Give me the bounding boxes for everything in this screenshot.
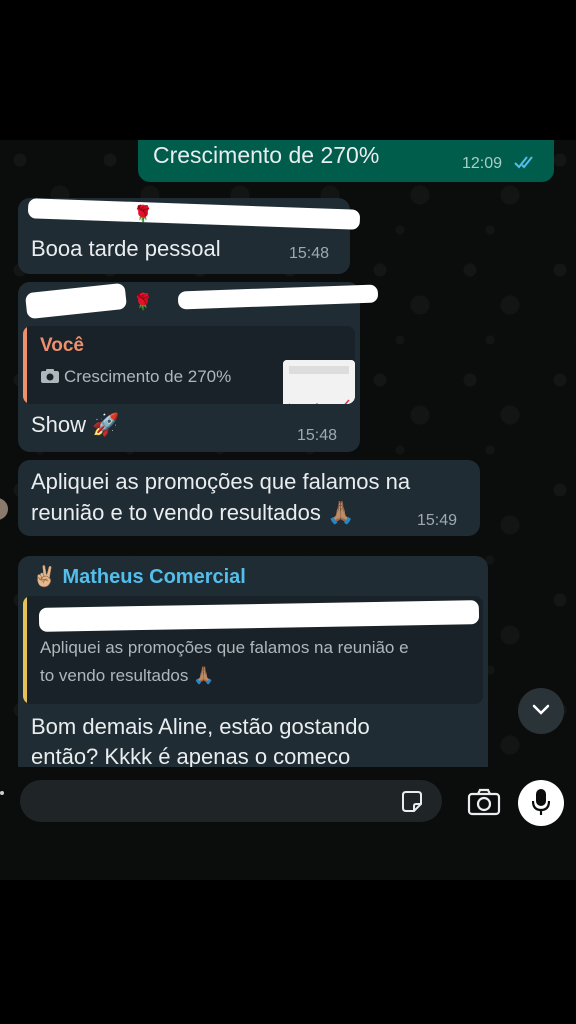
message-time: 15:48 — [297, 427, 338, 444]
message-time: 15:49 — [417, 512, 458, 529]
message-incoming[interactable]: Apliquei as promoções que falamos na reu… — [18, 460, 480, 536]
message-text: Apliquei as promoções que falamos na — [31, 469, 411, 494]
message-outgoing[interactable]: Crescimento de 270% 12:09 — [138, 140, 554, 182]
quote-bar — [23, 596, 27, 704]
quoted-message[interactable]: Você Crescimento de 270% — [23, 326, 355, 404]
quote-text: to vendo resultados 🙏🏽 — [40, 666, 215, 685]
attach-icon[interactable] — [0, 791, 4, 795]
quote-bar — [23, 326, 27, 404]
message-text: Bom demais Aline, estão gostando — [31, 714, 370, 739]
read-ticks-icon — [514, 154, 538, 175]
message-text: Show 🚀 — [31, 412, 120, 437]
scroll-down-button[interactable] — [518, 688, 564, 734]
message-input[interactable] — [20, 780, 442, 822]
message-text: Booa tarde pessoal — [31, 236, 221, 261]
message-incoming[interactable]: 🌹 Booa tarde pessoal 15:48 — [18, 198, 361, 274]
redacted-scribble — [38, 600, 480, 632]
camera-icon — [40, 368, 60, 389]
avatar[interactable] — [0, 498, 8, 520]
scroll-down-icon — [531, 704, 551, 719]
redacted-scribble — [27, 198, 361, 230]
message-text: Crescimento de 270% — [153, 142, 380, 168]
top-black-area — [0, 0, 576, 140]
camera-icon[interactable] — [466, 786, 502, 818]
rose-icon: 🌹 — [133, 206, 153, 223]
quote-text: Crescimento de 270% — [64, 367, 232, 386]
mic-button[interactable] — [518, 780, 564, 826]
quote-text: Apliquei as promoções que falamos na reu… — [40, 638, 409, 657]
message-incoming-reply[interactable]: ✌🏼 Matheus Comercial Apliquei as promoçõ… — [18, 556, 488, 767]
quoted-message[interactable]: Apliquei as promoções que falamos na reu… — [23, 596, 483, 704]
redacted-scribble — [177, 284, 379, 310]
quote-thumbnail — [283, 360, 355, 404]
sticker-icon[interactable] — [398, 788, 426, 816]
message-text: reunião e to vendo resultados 🙏🏽 — [31, 500, 355, 525]
redacted-scribble — [24, 282, 128, 320]
message-input-field[interactable] — [36, 788, 396, 814]
chat-area[interactable]: Crescimento de 270% 12:09 🌹 Booa tarde p… — [0, 140, 576, 767]
message-text: então? Kkkk é apenas o comeco — [31, 744, 351, 767]
mic-icon — [531, 788, 551, 819]
rose-icon: 🌹 — [133, 294, 153, 311]
message-incoming-reply[interactable]: 🌹 Você Crescimento de 270% Show 🚀 15:48 — [18, 282, 379, 452]
sender-name: ✌🏼 Matheus Comercial — [32, 566, 246, 588]
quote-author: Você — [40, 335, 85, 356]
message-time: 12:09 — [462, 155, 503, 172]
message-time: 15:48 — [289, 245, 330, 262]
bottom-black-area — [0, 880, 576, 1024]
